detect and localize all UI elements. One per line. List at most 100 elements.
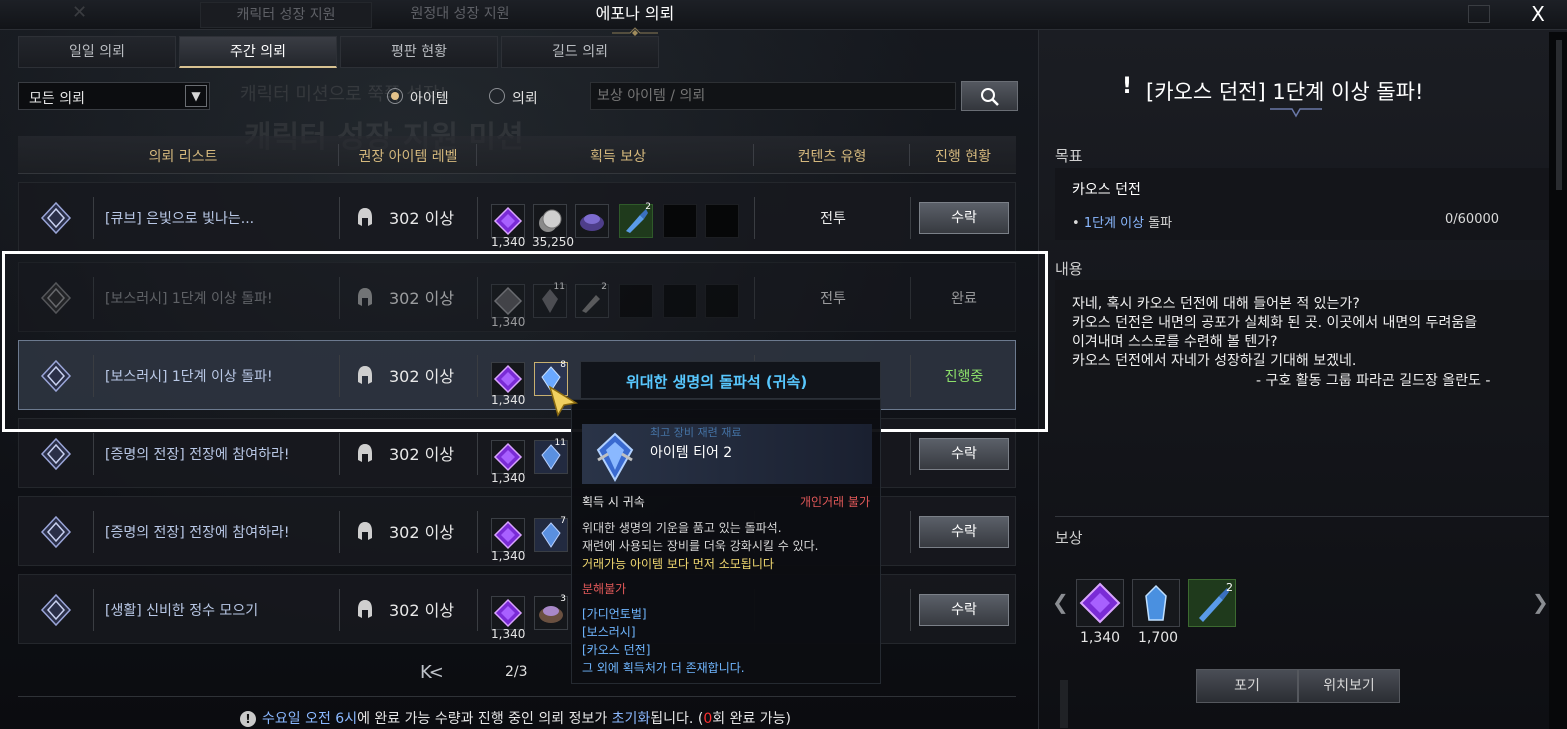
header-separator (338, 144, 339, 166)
quest-name: [증명의 전장] 전장에 참여하라! (105, 447, 290, 463)
search-input[interactable] (590, 82, 956, 110)
menu-icon[interactable] (1468, 5, 1490, 23)
chevron-down-icon[interactable]: ▼ (185, 85, 207, 107)
accept-button[interactable]: 수락 (919, 438, 1009, 470)
weekly-quest-icon (40, 437, 72, 471)
abandon-button[interactable]: 포기 (1196, 669, 1298, 703)
close-button[interactable]: X (1526, 3, 1550, 27)
quest-name: [큐브] 은빛으로 빛나는... (105, 211, 255, 227)
item-source: [카오스 던전] (582, 643, 651, 657)
tab-reputation[interactable]: 평판 현황 (340, 36, 498, 68)
window-title: 에포나 의뢰 (595, 4, 675, 23)
column-separator (477, 433, 478, 475)
detail-reward-count: 1,340 (1080, 630, 1121, 646)
divider (1055, 516, 1549, 517)
column-separator (93, 433, 94, 475)
panel-scrollbar[interactable] (1060, 680, 1068, 728)
reward-label: 보상 (1055, 529, 1083, 547)
tab-daily[interactable]: 일일 의뢰 (18, 36, 176, 68)
radio-quest-label: 의뢰 (512, 91, 538, 107)
reward-gem-icon[interactable] (491, 518, 525, 552)
column-separator (93, 511, 94, 553)
header-separator (476, 144, 477, 166)
column-separator (339, 433, 340, 475)
item-trade-status: 개인거래 불가 (799, 495, 870, 509)
search-button[interactable] (961, 81, 1018, 111)
chevron-right-icon[interactable]: ❯ (1532, 590, 1549, 614)
show-location-button[interactable]: 위치보기 (1298, 669, 1400, 703)
title-ornament-icon (1270, 108, 1322, 118)
quest-row[interactable]: [큐브] 은빛으로 빛나는... 302 이상 1,340 35,250 2 전… (18, 182, 1016, 252)
content-line: 자네, 혹시 카오스 던전에 대해 들어본 적 있는가? (1072, 296, 1360, 312)
header-quest-list: 의뢰 리스트 (148, 149, 218, 165)
item-dismantle-status: 분해불가 (582, 582, 627, 596)
reward-gem-icon[interactable] (491, 204, 525, 238)
accept-button[interactable]: 수락 (919, 594, 1009, 626)
item-tooltip: 최고 장비 재련 재료 아이템 티어 2 획득 시 귀속 개인거래 불가 위대한… (571, 399, 881, 684)
radio-item[interactable] (387, 88, 403, 104)
helmet-icon (358, 600, 372, 618)
item-tooltip-subtitle: 최고 장비 재련 재료 (650, 426, 742, 439)
content-signature: - 구호 활동 그룹 파라곤 길드장 올란도 - (1256, 373, 1491, 389)
info-icon: ! (240, 711, 256, 727)
detail-reward-gem-icon[interactable] (1076, 579, 1124, 627)
weekly-quest-icon (40, 201, 72, 235)
column-separator (910, 433, 911, 475)
reward-pouch-icon[interactable] (575, 204, 609, 238)
quest-filter-select[interactable]: 모든 의뢰 ▼ (18, 82, 210, 110)
weekly-quest-icon (40, 515, 72, 549)
reward-crystal-icon[interactable]: 7 (534, 516, 568, 552)
reward-shard-icon[interactable]: 2 (619, 202, 653, 238)
detail-reward-shard-icon[interactable]: 2 (1188, 579, 1236, 627)
radio-quest[interactable] (489, 88, 505, 104)
reward-quantity: 11 (554, 438, 566, 448)
content-line: 이겨내며 스스로를 수련해 볼 텐가? (1072, 334, 1278, 350)
tab-guild[interactable]: 길드 의뢰 (501, 36, 659, 68)
column-separator (477, 197, 478, 239)
breakthrough-stone-icon (596, 432, 634, 483)
reward-empty-slot (705, 204, 739, 238)
reward-gem-icon[interactable] (491, 440, 525, 474)
detail-title: [카오스 던전] 1단계 이상 돌파! (1146, 80, 1424, 104)
header-content-type: 컨텐츠 유형 (797, 149, 867, 165)
reward-silver-coin-icon[interactable] (533, 204, 567, 238)
helmet-icon (358, 522, 372, 540)
item-tooltip-header: 위대한 생명의 돌파석 (귀속) (580, 361, 881, 399)
accept-button[interactable]: 수락 (919, 516, 1009, 548)
selection-highlight-frame (2, 251, 1048, 432)
reward-quantity: 7 (560, 516, 566, 526)
reward-quantity: 3 (560, 594, 566, 604)
column-separator (910, 511, 911, 553)
column-separator (339, 589, 340, 631)
quest-name: [생활] 신비한 정수 모으기 (105, 603, 259, 619)
radio-item-label: 아이템 (410, 91, 449, 107)
scrollbar-thumb[interactable] (1556, 40, 1562, 190)
accept-button[interactable]: 수락 (919, 202, 1009, 234)
mouse-cursor-icon (548, 385, 579, 417)
recommended-level: 302 이상 (389, 601, 455, 620)
chevron-left-icon[interactable]: ❮ (1052, 590, 1069, 614)
pager-first-button[interactable]: K< (420, 662, 444, 683)
column-separator (339, 197, 340, 239)
column-separator (93, 589, 94, 631)
column-separator (910, 197, 911, 239)
tab-expedition-support[interactable]: 원정대 성장 지원 (374, 2, 546, 28)
item-description: 위대한 생명의 기운을 품고 있는 돌파석. (582, 521, 782, 535)
content-line: 카오스 던전은 내면의 공포가 실체화 된 곳. 이곳에서 내면의 두려움을 (1072, 315, 1478, 331)
item-consume-note: 거래가능 아이템 보다 먼저 소모됩니다 (582, 557, 774, 571)
reward-gem-icon[interactable] (491, 596, 525, 630)
tab-weekly[interactable]: 주간 의뢰 (179, 36, 337, 68)
quest-table-header: 의뢰 리스트 권장 아이템 레벨 획득 보상 컨텐츠 유형 진행 현황 (18, 136, 1016, 174)
goal-label: 목표 (1055, 147, 1083, 165)
reward-crystal-icon[interactable]: 11 (534, 438, 568, 474)
recommended-level: 302 이상 (389, 445, 455, 464)
pager-page-indicator: 2/3 (505, 664, 528, 680)
search-icon (981, 88, 999, 106)
detail-reward-crystal-icon[interactable] (1132, 579, 1180, 627)
reward-count: 35,250 (532, 235, 574, 249)
column-separator (754, 197, 755, 239)
item-tier: 아이템 티어 2 (650, 445, 733, 461)
tab-character-support[interactable]: 캐릭터 성장 지원 (200, 2, 372, 28)
reward-essence-pouch-icon[interactable]: 3 (534, 594, 568, 630)
content-type: 전투 (820, 211, 846, 227)
